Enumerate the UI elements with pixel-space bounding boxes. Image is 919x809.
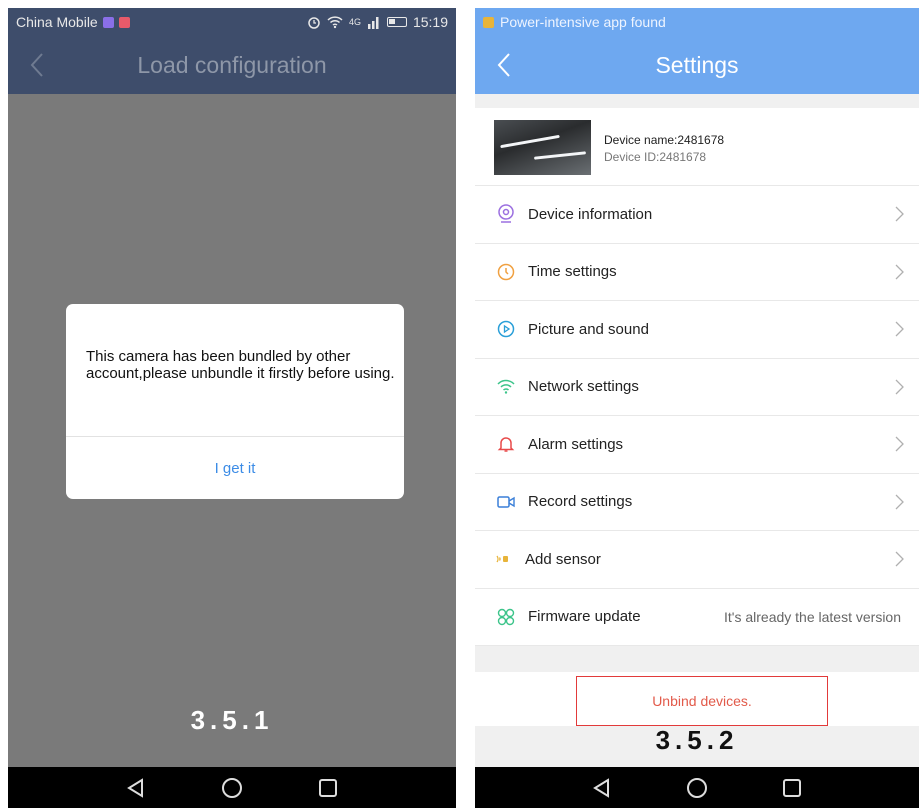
menu-item-label: Firmware update — [528, 608, 641, 626]
navigation-bar — [475, 767, 919, 808]
chevron-left-icon — [30, 53, 43, 77]
chevron-right-icon — [895, 321, 904, 337]
figure-caption: 3.5.2 — [655, 725, 739, 755]
device-card[interactable]: Device name:2481678 Device ID:2481678 — [475, 108, 919, 186]
menu-item-label: Time settings — [528, 263, 617, 281]
menu-item-alarm-settings[interactable]: Alarm settings — [475, 416, 919, 474]
dialog-message: This camera has been bundled by other ac… — [86, 348, 395, 382]
app-notification-icon — [102, 16, 114, 28]
chevron-right-icon — [895, 436, 904, 452]
menu-item-time-settings[interactable]: Time settings — [475, 244, 919, 301]
play-icon — [495, 318, 517, 340]
title-bar: Load configuration — [8, 36, 456, 94]
figure-caption: 3.5.1 — [190, 705, 274, 735]
battery-icon — [386, 17, 407, 27]
network-type: 4G — [348, 17, 361, 27]
device-name: Device name:2481678 — [604, 133, 725, 147]
power-warning-icon — [483, 16, 494, 28]
device-id: Device ID:2481678 — [604, 150, 707, 164]
settings-screen: Power-intensive app found Settings Devic… — [475, 8, 919, 808]
chevron-left-icon — [497, 53, 510, 77]
menu-item-label: Add sensor — [525, 550, 601, 568]
circle-home-icon — [686, 777, 707, 798]
page-title: Settings — [655, 51, 739, 78]
navigation-bar — [8, 767, 456, 808]
i-get-it-button[interactable]: I get it — [66, 437, 404, 499]
device-thumbnail — [494, 120, 591, 175]
chevron-right-icon — [895, 379, 904, 395]
menu-item-add-sensor[interactable]: Add sensor — [475, 531, 919, 589]
chevron-right-icon — [895, 206, 904, 222]
menu-item-picture-and-sound[interactable]: Picture and sound — [475, 301, 919, 359]
status-bar: Power-intensive app found — [475, 8, 919, 36]
menu-item-label: Record settings — [528, 493, 633, 511]
title-bar: Settings — [475, 36, 919, 94]
alert-dialog: This camera has been bundled by other ac… — [66, 304, 404, 499]
menu-item-label: Picture and sound — [528, 320, 649, 338]
section-gap — [475, 94, 919, 108]
carrier-label: China Mobile — [16, 14, 98, 30]
nav-recents-button[interactable] — [779, 775, 805, 801]
signal-icon — [367, 16, 379, 29]
nav-home-button[interactable] — [684, 775, 710, 801]
wifi-icon — [495, 376, 517, 398]
app-notification-icon — [118, 16, 130, 28]
square-recents-icon — [782, 778, 801, 797]
menu-item-label: Device information — [528, 205, 653, 223]
nav-recents-button[interactable] — [315, 775, 341, 801]
wifi-status-icon — [327, 16, 343, 29]
chevron-right-icon — [895, 264, 904, 280]
chevron-right-icon — [895, 494, 904, 510]
bell-icon — [495, 433, 517, 455]
nav-back-button[interactable] — [123, 775, 149, 801]
sensor-icon — [493, 548, 515, 570]
menu-item-label: Network settings — [528, 378, 639, 396]
status-bar: China Mobile 4G 15:19 — [8, 8, 456, 36]
clock-time: 15:19 — [412, 14, 448, 30]
firmware-icon — [495, 606, 517, 628]
back-button[interactable] — [489, 50, 519, 80]
circle-home-icon — [222, 777, 242, 798]
status-notice: Power-intensive app found — [500, 14, 666, 30]
square-recents-icon — [319, 778, 337, 797]
triangle-back-icon — [127, 777, 143, 798]
load-configuration-screen: China Mobile 4G 15:19 Load configuration… — [8, 8, 456, 808]
firmware-status: It's already the latest version — [724, 608, 901, 625]
menu-item-firmware-update[interactable]: Firmware update It's already the latest … — [475, 589, 919, 646]
back-button[interactable] — [22, 50, 52, 80]
menu-item-label: Alarm settings — [528, 435, 624, 453]
settings-menu: Device information Time settings Picture… — [475, 186, 919, 646]
page-title: Load configuration — [137, 51, 327, 78]
menu-item-device-information[interactable]: Device information — [475, 186, 919, 244]
menu-item-network-settings[interactable]: Network settings — [475, 359, 919, 416]
menu-item-record-settings[interactable]: Record settings — [475, 474, 919, 531]
triangle-back-icon — [593, 777, 610, 798]
camera-icon — [495, 203, 517, 225]
unbind-devices-button[interactable]: Unbind devices. — [576, 676, 828, 726]
clock-icon — [495, 261, 517, 283]
video-icon — [495, 491, 517, 513]
nav-home-button[interactable] — [219, 775, 245, 801]
chevron-right-icon — [895, 551, 904, 567]
nav-back-button[interactable] — [589, 775, 615, 801]
alarm-icon — [308, 17, 320, 29]
